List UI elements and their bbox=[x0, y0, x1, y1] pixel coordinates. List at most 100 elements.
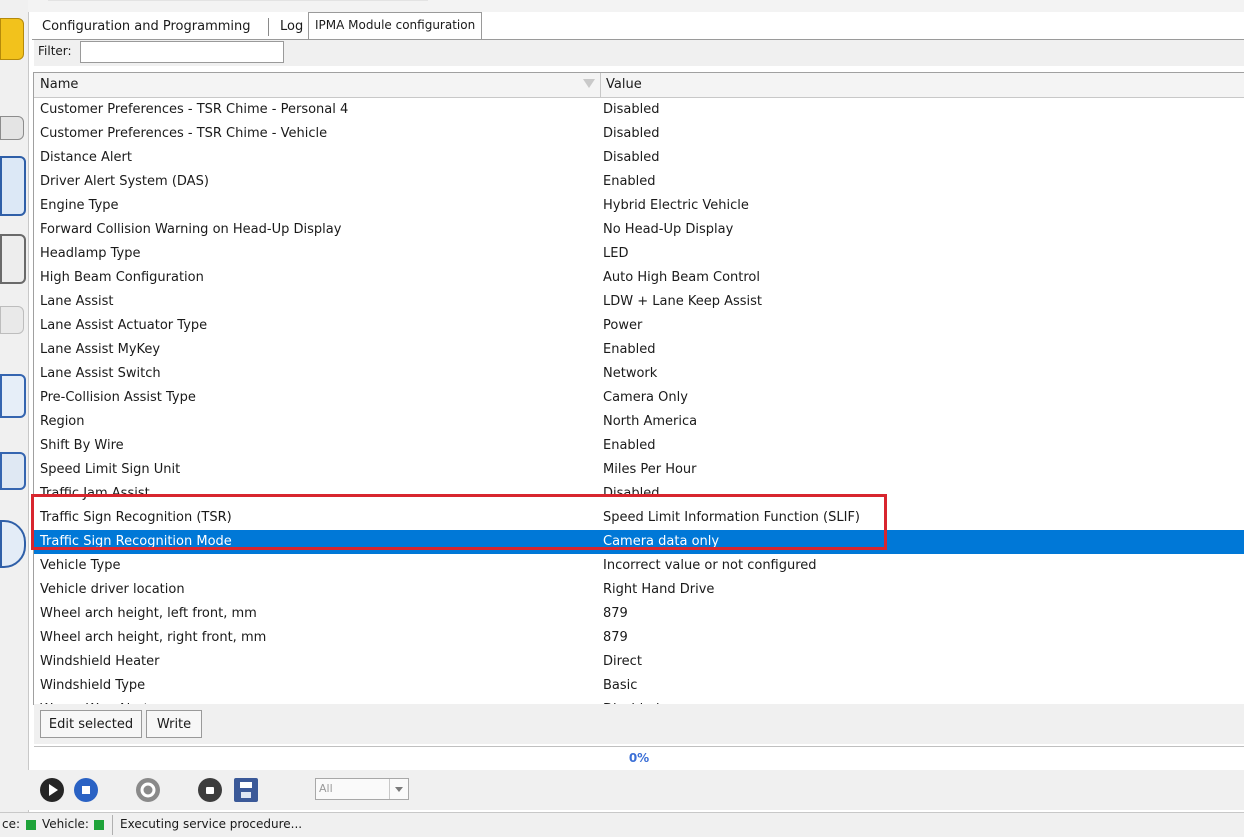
table-row[interactable]: Customer Preferences - TSR Chime - Vehic… bbox=[34, 122, 1244, 146]
table-row[interactable]: Lane Assist Actuator Type Power bbox=[34, 314, 1244, 338]
row-value-cell: Network bbox=[603, 366, 658, 381]
table-row[interactable]: Windshield Type Basic bbox=[34, 674, 1244, 698]
row-value-cell: Direct bbox=[603, 654, 642, 669]
row-name-cell: Wheel arch height, right front, mm bbox=[40, 630, 267, 645]
tab-configuration-programming[interactable]: Configuration and Programming bbox=[36, 16, 257, 38]
row-name-cell: Shift By Wire bbox=[40, 438, 124, 453]
table-row[interactable]: Distance Alert Disabled bbox=[34, 146, 1244, 170]
row-name-cell: Traffic Sign Recognition (TSR) bbox=[40, 510, 232, 525]
lightbulb-icon[interactable] bbox=[0, 18, 24, 60]
left-toolbar bbox=[0, 0, 29, 812]
row-value-cell: Auto High Beam Control bbox=[603, 270, 760, 285]
row-value-cell: Miles Per Hour bbox=[603, 462, 697, 477]
table-row[interactable]: Engine Type Hybrid Electric Vehicle bbox=[34, 194, 1244, 218]
help-icon[interactable] bbox=[136, 778, 160, 802]
filter-label: Filter: bbox=[38, 44, 72, 58]
table-row[interactable]: Pre-Collision Assist Type Camera Only bbox=[34, 386, 1244, 410]
table-row[interactable]: Headlamp Type LED bbox=[34, 242, 1244, 266]
action-bar: Edit selected Write bbox=[34, 704, 1244, 744]
row-name-cell: Lane Assist Actuator Type bbox=[40, 318, 208, 333]
table-row[interactable]: Vehicle Type Incorrect value or not confi… bbox=[34, 554, 1244, 578]
row-name-cell: Vehicle driver location bbox=[40, 582, 185, 597]
table-row[interactable]: Forward Collision Warning on Head-Up Dis… bbox=[34, 218, 1244, 242]
configuration-table: Name Value Customer Preferences - TSR Ch… bbox=[33, 72, 1244, 705]
row-value-cell: Basic bbox=[603, 678, 638, 693]
status-message: Executing service procedure... bbox=[120, 817, 303, 831]
row-name-cell: Pre-Collision Assist Type bbox=[40, 390, 196, 405]
row-name-cell: Traffic Jam Assist bbox=[40, 486, 150, 501]
row-value-cell: Disabled bbox=[603, 102, 660, 117]
status-separator bbox=[112, 815, 113, 835]
vehicle-status-led bbox=[94, 820, 104, 830]
row-name-cell: Forward Collision Warning on Head-Up Dis… bbox=[40, 222, 342, 237]
column-header-value[interactable]: Value bbox=[600, 73, 642, 97]
table-row[interactable]: Traffic Sign Recognition (TSR) Speed Limi… bbox=[34, 506, 1244, 530]
status-interface-label: ce: bbox=[2, 817, 21, 831]
table-row[interactable]: Traffic Jam Assist Disabled bbox=[34, 482, 1244, 506]
filter-select[interactable]: All bbox=[315, 778, 409, 800]
row-name-cell: Vehicle Type bbox=[40, 558, 121, 573]
row-value-cell: Speed Limit Information Function (SLIF) bbox=[603, 510, 861, 525]
stop-icon[interactable] bbox=[74, 778, 98, 802]
play-icon[interactable] bbox=[40, 778, 64, 802]
save-icon[interactable] bbox=[234, 778, 258, 802]
table-row[interactable]: Lane Assist LDW + Lane Keep Assist bbox=[34, 290, 1244, 314]
row-name-cell: Windshield Type bbox=[40, 678, 146, 693]
document-icon[interactable] bbox=[0, 156, 26, 216]
table-row[interactable]: High Beam Configuration Auto High Beam Co… bbox=[34, 266, 1244, 290]
table-row[interactable]: Customer Preferences - TSR Chime - Perso… bbox=[34, 98, 1244, 122]
chip-icon[interactable] bbox=[0, 452, 26, 490]
column-header-name[interactable]: Name bbox=[34, 73, 601, 97]
row-value-cell: Disabled bbox=[603, 126, 660, 141]
row-value-cell: No Head-Up Display bbox=[603, 222, 734, 237]
row-value-cell: Hybrid Electric Vehicle bbox=[603, 198, 749, 213]
table-row[interactable]: Region North America bbox=[34, 410, 1244, 434]
table-row[interactable]: Shift By Wire Enabled bbox=[34, 434, 1244, 458]
row-name-cell: Speed Limit Sign Unit bbox=[40, 462, 181, 477]
edit-selected-button[interactable]: Edit selected bbox=[40, 710, 142, 738]
row-value-cell: Enabled bbox=[603, 342, 656, 357]
pencil-icon[interactable] bbox=[0, 306, 24, 334]
table-row[interactable]: Traffic Sign Recognition Mode Camera data… bbox=[34, 530, 1244, 554]
tab-ipma-module-configuration[interactable]: IPMA Module configuration bbox=[308, 12, 483, 39]
row-value-cell: Right Hand Drive bbox=[603, 582, 715, 597]
row-name-cell: Lane Assist Switch bbox=[40, 366, 161, 381]
row-value-cell: Camera data only bbox=[603, 534, 720, 549]
row-value-cell: LED bbox=[603, 246, 629, 261]
row-name-cell: Lane Assist MyKey bbox=[40, 342, 161, 357]
table-row[interactable]: Windshield Heater Direct bbox=[34, 650, 1244, 674]
gear-icon[interactable] bbox=[0, 374, 26, 418]
row-name-cell: Headlamp Type bbox=[40, 246, 141, 261]
tab-log[interactable]: Log bbox=[274, 16, 309, 38]
row-name-cell: Windshield Heater bbox=[40, 654, 160, 669]
filter-bar: Filter: bbox=[34, 40, 1244, 66]
bottom-toolbar: All bbox=[28, 770, 1244, 810]
table-row[interactable]: Wheel arch height, right front, mm 879 bbox=[34, 626, 1244, 650]
table-row[interactable]: Lane Assist MyKey Enabled bbox=[34, 338, 1244, 362]
status-vehicle-label: Vehicle: bbox=[42, 817, 89, 831]
star-icon[interactable] bbox=[0, 234, 26, 284]
row-value-cell: 879 bbox=[603, 606, 628, 621]
table-row[interactable]: Speed Limit Sign Unit Miles Per Hour bbox=[34, 458, 1244, 482]
warning-icon[interactable] bbox=[0, 116, 24, 140]
row-value-cell: Incorrect value or not configured bbox=[603, 558, 817, 573]
row-value-cell: Camera Only bbox=[603, 390, 688, 405]
row-name-cell: Lane Assist bbox=[40, 294, 114, 309]
table-row[interactable]: Lane Assist Switch Network bbox=[34, 362, 1244, 386]
filter-input[interactable] bbox=[80, 41, 284, 63]
progress-bar: 0% bbox=[34, 746, 1244, 771]
chevron-down-icon bbox=[389, 779, 408, 799]
row-value-cell: Disabled bbox=[603, 150, 660, 165]
network-icon[interactable] bbox=[0, 520, 26, 568]
progress-text: 0% bbox=[628, 751, 650, 765]
record-icon[interactable] bbox=[198, 778, 222, 802]
table-row[interactable]: Driver Alert System (DAS) Enabled bbox=[34, 170, 1244, 194]
table-row[interactable]: Wheel arch height, left front, mm 879 bbox=[34, 602, 1244, 626]
table-row[interactable]: Vehicle driver location Right Hand Drive bbox=[34, 578, 1244, 602]
write-button[interactable]: Write bbox=[146, 710, 202, 738]
sort-descending-icon bbox=[583, 79, 595, 88]
row-value-cell: Enabled bbox=[603, 438, 656, 453]
row-value-cell: Disabled bbox=[603, 486, 660, 501]
row-name-cell: Driver Alert System (DAS) bbox=[40, 174, 209, 189]
row-value-cell: 879 bbox=[603, 630, 628, 645]
